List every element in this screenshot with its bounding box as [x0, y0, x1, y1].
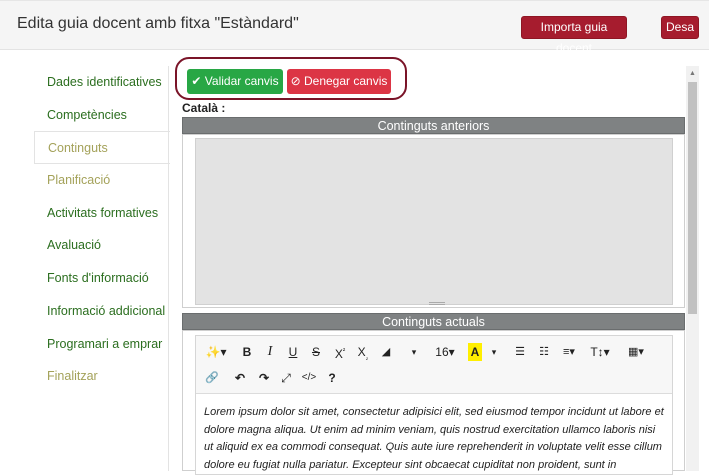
highlight-color-icon[interactable]: A: [468, 343, 482, 361]
subscript-icon[interactable]: X₂: [355, 343, 371, 361]
page-title: Edita guia docent amb fitxa "Estàndard": [17, 15, 299, 32]
sidebar-item-finalitzar[interactable]: Finalitzar: [34, 360, 169, 393]
unordered-list-icon[interactable]: ☷: [536, 343, 552, 361]
sidebar-item-fonts[interactable]: Fonts d'informació: [34, 262, 169, 295]
sidebar-item-activitats[interactable]: Activitats formatives: [34, 197, 169, 230]
strikethrough-icon[interactable]: S: [309, 343, 323, 361]
previous-contents-panel: [182, 134, 685, 308]
magic-style-icon[interactable]: ✨▾: [204, 343, 228, 361]
sidebar-item-informacio[interactable]: Informació addicional: [34, 295, 169, 328]
resize-grip-icon[interactable]: [429, 302, 445, 305]
previous-contents-header: Continguts anteriors: [182, 117, 685, 134]
line-height-icon[interactable]: T↕▾: [588, 343, 612, 361]
editor-toolbar: ✨▾ B I U S X² X₂ ◢ ▾ 16▾ A ▾ ☰ ☷ ≡▾ T↕▾ …: [196, 336, 672, 394]
page-header: Edita guia docent amb fitxa "Estàndard" …: [0, 0, 709, 55]
help-icon[interactable]: ?: [325, 369, 339, 387]
eraser-icon[interactable]: ◢: [379, 343, 393, 361]
sidebar-item-planificacio[interactable]: Planificació: [34, 164, 169, 197]
editor-content[interactable]: Lorem ipsum dolor sit amet, consectetur …: [204, 404, 664, 474]
fullscreen-icon[interactable]: ⤢: [278, 369, 294, 387]
validate-changes-button[interactable]: ✔ Validar canvis: [187, 69, 283, 94]
current-contents-header: Continguts actuals: [182, 313, 685, 330]
font-size-select[interactable]: 16▾: [432, 343, 458, 361]
save-button[interactable]: Desa: [661, 16, 699, 39]
sidebar-item-programari[interactable]: Programari a emprar: [34, 328, 169, 361]
deny-changes-button[interactable]: ⊘ Denegar canvis: [287, 69, 391, 94]
language-label: Català :: [182, 101, 226, 115]
sidebar-item-dades[interactable]: Dades identificatives: [34, 66, 169, 99]
sidebar-item-avaluacio[interactable]: Avaluació: [34, 229, 169, 262]
sidebar-divider: [168, 66, 169, 471]
font-dropdown-icon[interactable]: ▾: [408, 343, 420, 361]
code-view-icon[interactable]: </>: [299, 369, 319, 387]
ordered-list-icon[interactable]: ☰: [512, 343, 528, 361]
italic-icon[interactable]: I: [263, 343, 277, 361]
scrollbar-thumb[interactable]: [688, 82, 697, 314]
font-size-value: 16: [435, 345, 449, 359]
scroll-up-icon[interactable]: ▲: [688, 70, 697, 78]
underline-icon[interactable]: U: [286, 343, 300, 361]
bold-icon[interactable]: B: [240, 343, 254, 361]
undo-icon[interactable]: ↶: [232, 369, 248, 387]
superscript-icon[interactable]: X²: [332, 343, 348, 361]
align-icon[interactable]: ≡▾: [558, 343, 580, 361]
current-contents-panel: ✨▾ B I U S X² X₂ ◢ ▾ 16▾ A ▾ ☰ ☷ ≡▾ T↕▾ …: [182, 330, 685, 475]
previous-contents-viewer[interactable]: [195, 138, 673, 305]
import-guide-button[interactable]: Importa guia docent: [521, 16, 627, 55]
sidebar-item-continguts[interactable]: Continguts: [34, 131, 170, 165]
redo-icon[interactable]: ↷: [256, 369, 272, 387]
rich-text-editor: ✨▾ B I U S X² X₂ ◢ ▾ 16▾ A ▾ ☰ ☷ ≡▾ T↕▾ …: [195, 335, 673, 475]
table-icon[interactable]: ▦▾: [624, 343, 648, 361]
sidebar-item-competencies[interactable]: Competències: [34, 99, 169, 132]
color-dropdown-icon[interactable]: ▾: [489, 343, 499, 361]
sidebar-nav: Dades identificatives Competències Conti…: [34, 66, 170, 393]
link-icon[interactable]: 🔗: [204, 369, 220, 387]
